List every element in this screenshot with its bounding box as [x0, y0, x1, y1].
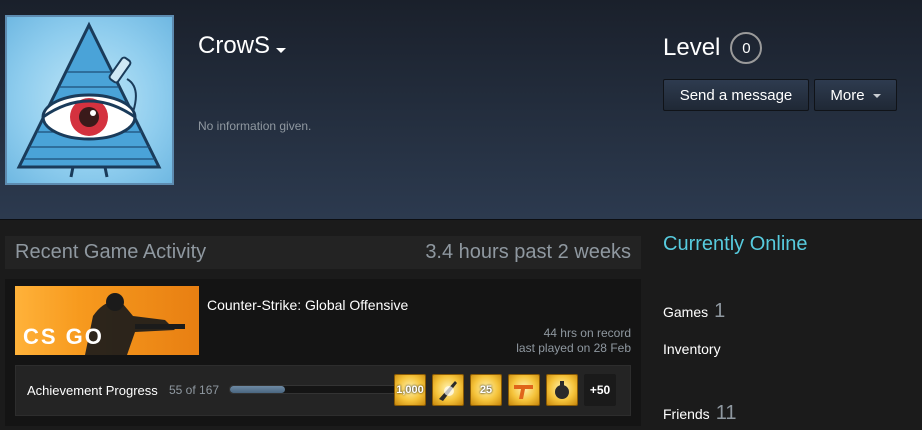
level-badge[interactable]: 0 [730, 32, 763, 64]
pistol-achievement-icon[interactable]: 25 [470, 374, 502, 406]
achievement-badge-text: 1,000 [396, 384, 424, 396]
friends-label: Friends [663, 406, 710, 422]
persona-name-dropdown[interactable]: CrowS [198, 32, 287, 60]
more-achievements-button[interactable]: +50 [584, 374, 616, 406]
achievement-progress-fill [230, 386, 286, 393]
friends-count: 11 [715, 402, 737, 424]
friends-link[interactable]: Friends 11 [663, 402, 736, 425]
inventory-link[interactable]: Inventory [663, 341, 721, 357]
shotgun-achievement-icon[interactable] [508, 374, 540, 406]
achievement-progress-bar: Achievement Progress 55 of 167 1,000 25 … [15, 365, 631, 416]
game-capsule-image[interactable]: CS GO [15, 286, 199, 355]
level-label: Level [663, 34, 721, 61]
recent-game: CS GO Counter-Strike: Global Offensive 4… [5, 279, 641, 426]
achievement-progress-track [229, 385, 399, 394]
game-last-played: last played on 28 Feb [516, 341, 631, 355]
games-label: Games [663, 304, 709, 320]
chevron-down-icon [276, 47, 287, 53]
games-count: 1 [714, 300, 726, 322]
csgo-logo-icon: CS GO [23, 293, 185, 355]
achievement-badge-text: 25 [479, 384, 493, 396]
grenade-achievement-icon[interactable] [546, 374, 578, 406]
inventory-label: Inventory [663, 341, 721, 357]
profile-level: Level 0 [663, 32, 763, 64]
rifle-achievement-icon[interactable]: 1,000 [394, 374, 426, 406]
game-hours-on-record: 44 hrs on record [543, 326, 631, 340]
recent-activity-hours: 3.4 hours past 2 weeks [425, 241, 631, 263]
persona-name: CrowS [198, 32, 271, 59]
achievement-badges: 1,000 25 +50 [394, 374, 616, 406]
send-message-button[interactable]: Send a message [663, 79, 809, 111]
eye-pyramid-icon [16, 21, 162, 178]
knife-achievement-icon[interactable] [432, 374, 464, 406]
more-label: More [830, 86, 865, 104]
avatar[interactable] [5, 15, 174, 185]
recent-activity-title[interactable]: Recent Game Activity [15, 241, 206, 264]
games-link[interactable]: Games 1 [663, 300, 725, 323]
chevron-down-icon [872, 94, 881, 98]
more-button[interactable]: More [814, 79, 897, 111]
online-status: Currently Online [663, 233, 808, 255]
game-name-link[interactable]: Counter-Strike: Global Offensive [207, 297, 408, 313]
profile-summary: No information given. [198, 119, 312, 133]
achievement-count: 55 of 167 [169, 383, 220, 397]
profile-header: CrowS No information given. Level 0 Send… [0, 0, 922, 220]
game-capsule-logo-text: CS GO [23, 324, 104, 349]
achievement-progress-label[interactable]: Achievement Progress [27, 383, 158, 398]
send-message-label: Send a message [679, 86, 793, 104]
recent-activity-header: Recent Game Activity 3.4 hours past 2 we… [5, 236, 641, 269]
avatar-image [7, 17, 172, 183]
